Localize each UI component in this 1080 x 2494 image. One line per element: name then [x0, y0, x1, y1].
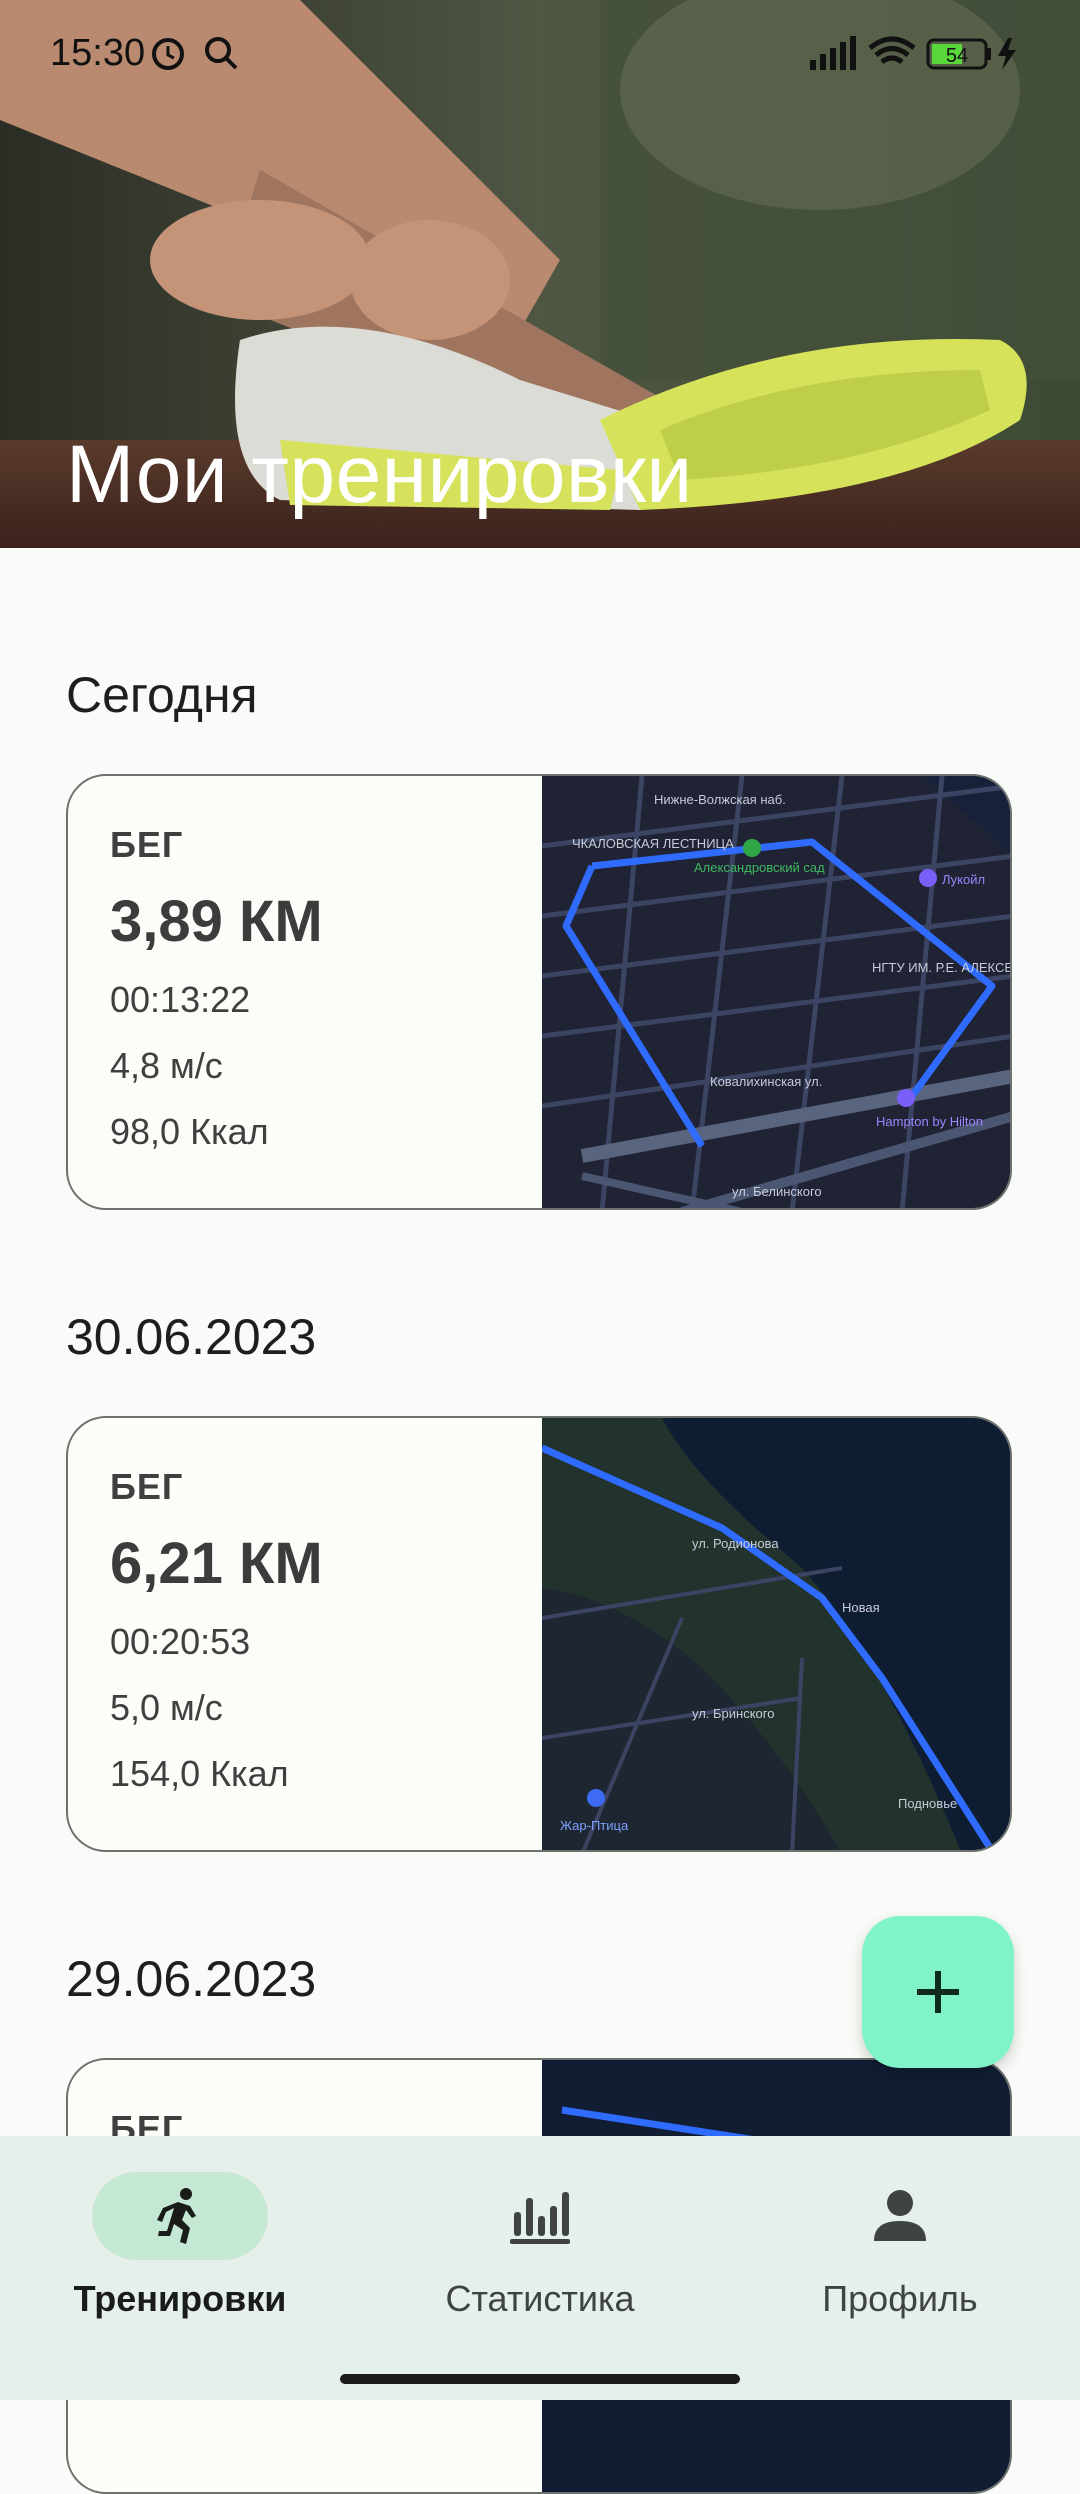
- nav-label: Статистика: [445, 2278, 635, 2319]
- svg-text:Hampton by Hilton: Hampton by Hilton: [876, 1114, 983, 1129]
- add-workout-button[interactable]: [862, 1916, 1014, 2068]
- workout-type: БЕГ: [110, 1466, 184, 1507]
- workout-duration: 00:20:53: [110, 1621, 251, 1662]
- section-date-today: Сегодня: [66, 667, 258, 723]
- status-icons-left: [150, 34, 250, 79]
- nav-label: Профиль: [822, 2278, 978, 2319]
- charging-icon: [998, 38, 1016, 70]
- signal-icon: [810, 36, 856, 70]
- section-date: 30.06.2023: [66, 1309, 317, 1365]
- section-date: 29.06.2023: [66, 1951, 317, 2007]
- workout-calories: 154,0 Ккал: [110, 1753, 289, 1794]
- status-time: 15:30: [50, 32, 146, 74]
- svg-text:Подновье: Подновье: [898, 1796, 957, 1811]
- svg-text:ул. Бринского: ул. Бринского: [692, 1706, 774, 1721]
- page-title: Мои тренировки: [66, 429, 693, 520]
- svg-text:54: 54: [946, 45, 968, 67]
- person-icon: [874, 2190, 926, 2241]
- svg-text:ЧКАЛОВСКАЯ ЛЕСТНИЦА: ЧКАЛОВСКАЯ ЛЕСТНИЦА: [572, 836, 734, 851]
- nav-label: Тренировки: [73, 2278, 287, 2319]
- battery-icon: 54: [926, 38, 991, 70]
- workout-type: БЕГ: [110, 824, 184, 865]
- workout-distance: 3,89 КМ: [110, 889, 323, 954]
- home-indicator[interactable]: [340, 2374, 740, 2384]
- svg-text:НГТУ ИМ. Р.Е. АЛЕКСЕЕВА: НГТУ ИМ. Р.Е. АЛЕКСЕЕВА: [872, 960, 1012, 975]
- workout-info: БЕГ 3,89 КМ 00:13:22 4,8 м/с 98,0 Ккал: [110, 824, 530, 1153]
- svg-text:Новая: Новая: [842, 1600, 880, 1615]
- nav-item-profile[interactable]: Профиль: [750, 2172, 1050, 2320]
- workout-card[interactable]: БЕГ 6,21 КМ 00:20:53 5,0 м/с 154,0 Ккал …: [66, 1416, 1012, 1852]
- header-hero: 15:30 54 Мои тренировки: [0, 0, 1080, 548]
- nav-item-workouts[interactable]: Тренировки: [30, 2172, 330, 2320]
- route-map: Нижне-Волжская наб. ЧКАЛОВСКАЯ ЛЕСТНИЦА …: [541, 776, 1012, 1208]
- nav-item-statistics[interactable]: Статистика: [390, 2172, 690, 2320]
- search-icon: [205, 37, 238, 70]
- nav-pill: [452, 2172, 628, 2260]
- svg-text:ул. Белинского: ул. Белинского: [732, 1184, 822, 1199]
- status-icons-right: 54: [810, 34, 1040, 79]
- wifi-icon: [868, 36, 916, 65]
- running-icon: [157, 2188, 196, 2244]
- workout-distance: 6,21 КМ: [110, 1531, 323, 1596]
- svg-text:Нижне-Волжская наб.: Нижне-Волжская наб.: [654, 792, 786, 807]
- bottom-navigation: Тренировки Статистика Профиль: [0, 2136, 1080, 2400]
- plus-icon: [917, 1971, 959, 2013]
- workout-duration: 00:13:22: [110, 979, 251, 1020]
- svg-text:ул. Родионова: ул. Родионова: [692, 1536, 779, 1551]
- nav-pill: [92, 2172, 268, 2260]
- workout-speed: 4,8 м/с: [110, 1045, 223, 1086]
- nav-pill: [812, 2172, 988, 2260]
- svg-text:Жар-Птица: Жар-Птица: [560, 1818, 629, 1833]
- svg-text:Ковалихинская ул.: Ковалихинская ул.: [710, 1074, 822, 1089]
- svg-text:Лукойл: Лукойл: [942, 872, 985, 887]
- workout-calories: 98,0 Ккал: [110, 1111, 269, 1152]
- workout-card[interactable]: БЕГ 3,89 КМ 00:13:22 4,8 м/с 98,0 Ккал Н…: [66, 774, 1012, 1210]
- alarm-icon: [152, 38, 184, 70]
- bar-chart-icon: [510, 2192, 570, 2244]
- workout-speed: 5,0 м/с: [110, 1687, 223, 1728]
- svg-text:Александровский сад: Александровский сад: [694, 860, 825, 875]
- status-bar: 15:30 54: [0, 0, 1080, 110]
- workout-info: БЕГ 6,21 КМ 00:20:53 5,0 м/с 154,0 Ккал: [110, 1466, 530, 1795]
- route-map: Новая Жар-Птица Подновье ул. Родионова у…: [540, 1418, 1010, 1850]
